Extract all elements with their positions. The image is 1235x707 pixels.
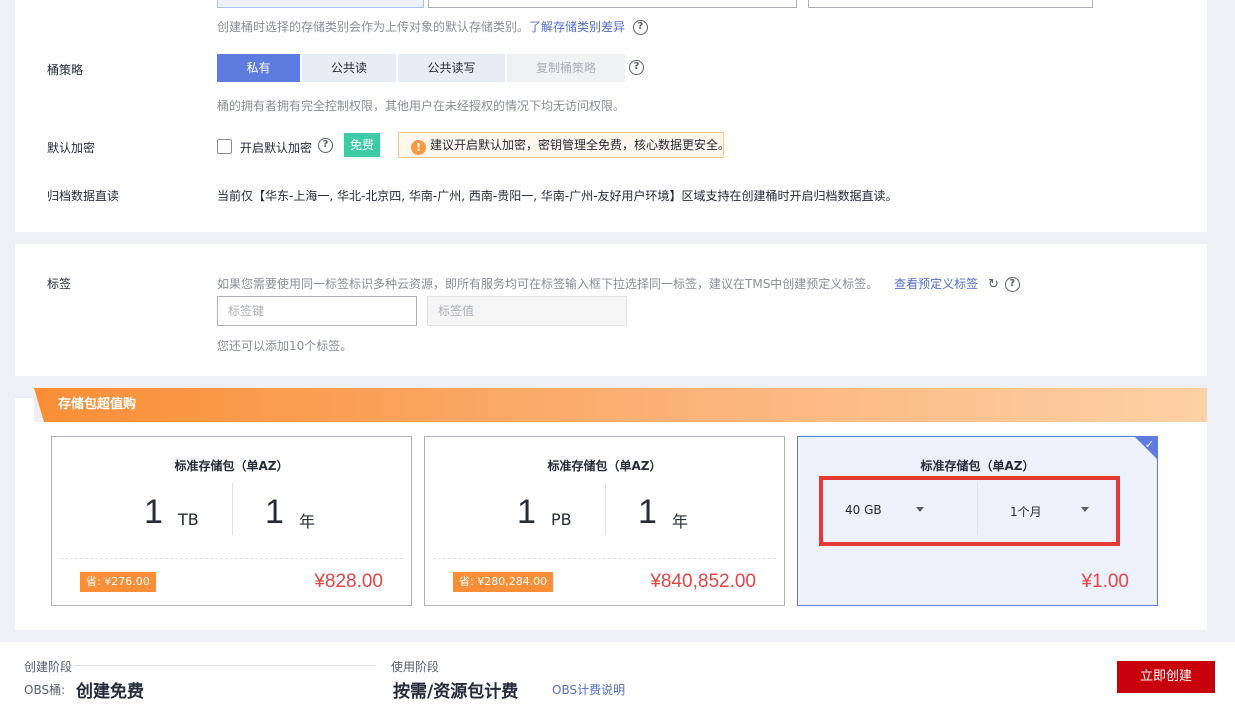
package-duration-unit: 年 xyxy=(672,512,689,531)
tags-panel: 标签 如果您需要使用同一标签标识多种云资源，即所有服务均可在标签输入框下拉选择同… xyxy=(15,244,1207,376)
tags-hint-text: 如果您需要使用同一标签标识多种云资源，即所有服务均可在标签输入框下拉选择同一标签… xyxy=(217,277,879,291)
storage-class-hint-text: 创建桶时选择的存储类别会作为上传对象的默认存储类别。 xyxy=(217,20,530,34)
tag-value-input: 标签值 xyxy=(427,296,627,326)
policy-help-icon[interactable]: ? xyxy=(629,60,644,75)
package-separator xyxy=(433,558,776,559)
encryption-warning: ! 建议开启默认加密，密钥管理全免费，核心数据更安全。 xyxy=(398,132,730,158)
package-price: ¥828.00 xyxy=(314,571,383,592)
package-card-1tb[interactable]: 标准存储包（单AZ） 1 TB 1 年 省: ¥276.00 ¥828.00 xyxy=(51,436,412,606)
encryption-label: 默认加密 xyxy=(47,141,96,155)
tags-remaining: 您还可以添加10个标签。 xyxy=(217,339,353,353)
tag-key-input[interactable]: 标签键 xyxy=(217,296,417,326)
save-badge: 省: ¥280,284.00 xyxy=(453,572,554,592)
bucket-policy-label: 桶策略 xyxy=(47,63,84,77)
use-value: 按需/资源包计费 xyxy=(393,682,519,702)
package-title: 标准存储包（单AZ） xyxy=(174,459,289,473)
obs-label: OBS桶: xyxy=(24,683,66,697)
package-capacity: 1 xyxy=(144,493,163,531)
encryption-checkbox-label[interactable]: 开启默认加密 xyxy=(240,139,312,156)
help-icon[interactable]: ? xyxy=(632,20,648,35)
package-capacity: 1 xyxy=(517,493,536,531)
stage-line xyxy=(74,665,376,666)
package-capacity-unit: TB xyxy=(178,510,199,529)
package-price: ¥1.00 xyxy=(1081,571,1129,592)
package-card-1pb[interactable]: 标准存储包（单AZ） 1 PB 1 年 省: ¥280,284.00 ¥840,… xyxy=(424,436,785,606)
storage-class-option-standard[interactable] xyxy=(217,0,424,8)
predefined-tags-link[interactable]: 查看预定义标签 xyxy=(894,277,978,291)
packages-banner: 存储包超值购 xyxy=(34,388,1207,422)
package-duration: 1 xyxy=(638,493,657,531)
archive-label: 归档数据直读 xyxy=(47,189,120,203)
package-divider xyxy=(232,483,233,535)
policy-private-button[interactable]: 私有 xyxy=(217,54,300,82)
storage-class-option-infrequent[interactable] xyxy=(428,0,797,8)
check-icon: ✓ xyxy=(1144,438,1154,451)
encryption-warning-text: 建议开启默认加密，密钥管理全免费，核心数据更安全。 xyxy=(430,138,731,152)
encryption-help-icon[interactable]: ? xyxy=(318,138,333,153)
archive-text: 当前仅【华东-上海一, 华北-北京四, 华南-广州, 西南-贵阳一, 华南-广州… xyxy=(217,189,898,203)
package-separator xyxy=(60,558,403,559)
save-badge: 省: ¥276.00 xyxy=(80,572,156,592)
footer-bar: 创建阶段 OBS桶: 创建免费 使用阶段 按需/资源包计费 OBS计费说明 xyxy=(0,642,1235,707)
obs-value: 创建免费 xyxy=(76,682,144,702)
policy-public-read-button[interactable]: 公共读 xyxy=(302,54,396,82)
use-stage-label: 使用阶段 xyxy=(391,660,440,674)
policy-public-read-write-button[interactable]: 公共读写 xyxy=(398,54,505,82)
package-title: 标准存储包（单AZ） xyxy=(920,459,1035,473)
package-duration-unit: 年 xyxy=(299,512,316,531)
tags-help-icon[interactable]: ? xyxy=(1004,277,1020,292)
policy-copy-button: 复制桶策略 xyxy=(507,54,625,82)
bucket-policy-hint: 桶的拥有者拥有完全控制权限，其他用户在未经授权的情况下均无访问权限。 xyxy=(217,99,626,113)
tags-label: 标签 xyxy=(47,277,72,291)
bucket-config-panel: 创建桶时选择的存储类别会作为上传对象的默认存储类别。了解存储类别差异 ? 桶策略… xyxy=(15,0,1207,232)
banner-notch xyxy=(34,388,44,422)
package-title: 标准存储包（单AZ） xyxy=(547,459,662,473)
encryption-checkbox[interactable] xyxy=(217,139,232,154)
package-divider xyxy=(605,483,606,535)
storage-class-diff-link[interactable]: 了解存储类别差异 xyxy=(529,20,625,34)
free-badge: 免费 xyxy=(344,133,381,157)
storage-class-option-archive[interactable] xyxy=(808,0,1093,8)
refresh-icon[interactable]: ↻ xyxy=(988,277,999,292)
billing-link[interactable]: OBS计费说明 xyxy=(552,681,625,698)
create-button[interactable]: 立即创建 xyxy=(1117,661,1215,693)
package-duration: 1 xyxy=(265,493,284,531)
warning-icon: ! xyxy=(411,140,426,155)
tags-hint: 如果您需要使用同一标签标识多种云资源，即所有服务均可在标签输入框下拉选择同一标签… xyxy=(217,275,1020,292)
create-stage-label: 创建阶段 xyxy=(24,660,73,674)
highlight-box xyxy=(819,476,1120,546)
package-capacity-unit: PB xyxy=(551,510,572,529)
package-price: ¥840,852.00 xyxy=(650,571,756,592)
storage-class-hint: 创建桶时选择的存储类别会作为上传对象的默认存储类别。了解存储类别差异 ? xyxy=(217,18,648,35)
